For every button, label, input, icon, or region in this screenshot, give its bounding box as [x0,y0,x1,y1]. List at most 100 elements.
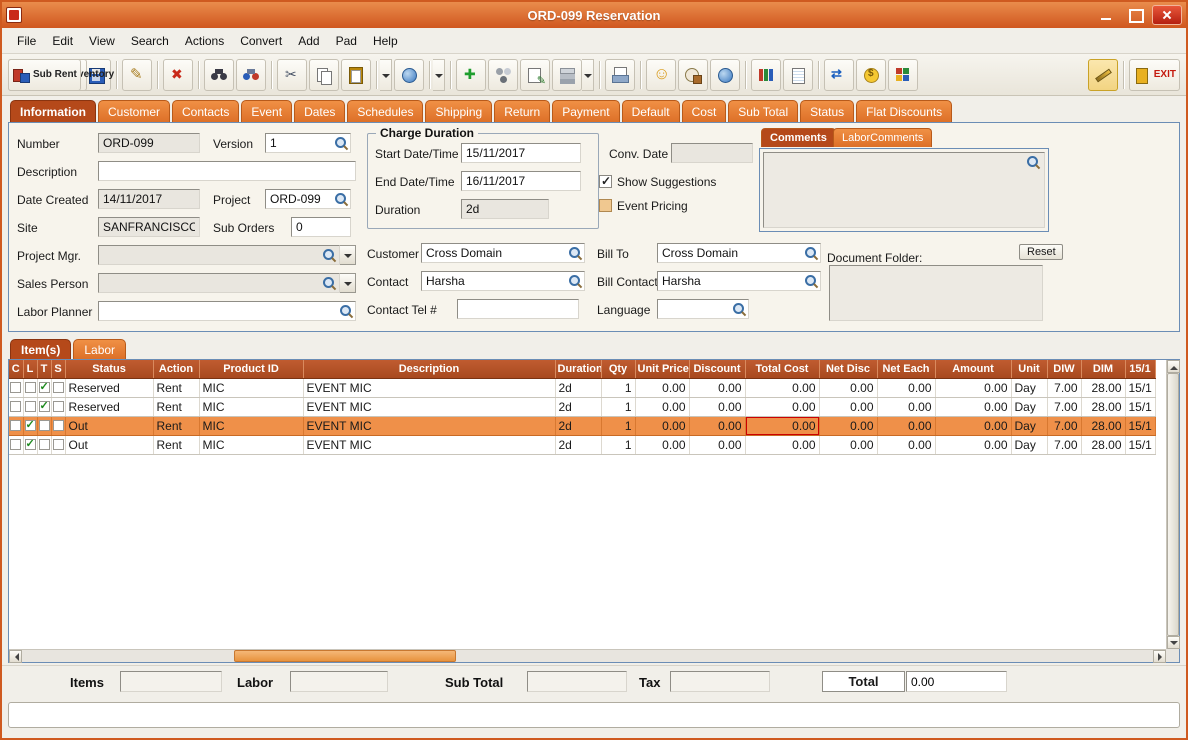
cell-diw[interactable]: 7.00 [1047,397,1081,416]
labor-total-field[interactable] [290,671,388,692]
row-checkbox[interactable] [39,401,50,412]
labor-planner-search-icon[interactable] [339,304,353,318]
cell-discount[interactable]: 0.00 [689,397,745,416]
layers-button[interactable] [552,59,582,91]
item-row[interactable]: OutRentMICEVENT MIC2d10.000.000.000.000.… [9,435,1155,454]
sub-total-field[interactable] [527,671,627,692]
cell-product-id[interactable]: MIC [199,435,303,454]
scroll-left-icon[interactable] [9,650,22,663]
sub-orders-field[interactable] [291,217,351,237]
close-button[interactable] [1152,5,1182,25]
tab-cost[interactable]: Cost [682,100,727,122]
comments-search-icon[interactable] [1026,155,1040,169]
tax-field[interactable] [670,671,770,692]
row-checkbox[interactable] [39,382,50,393]
cell-amount[interactable]: 0.00 [935,397,1011,416]
column-header-amount[interactable]: Amount [935,360,1011,378]
cell-dim[interactable]: 28.00 [1081,435,1125,454]
tab-shipping[interactable]: Shipping [425,100,492,122]
cell-qty[interactable]: 1 [601,435,635,454]
customer-field[interactable] [421,243,585,263]
cell-net-each[interactable]: 0.00 [877,416,935,435]
group-items-button[interactable] [488,59,518,91]
exit-button[interactable]: EXIT [1129,59,1180,91]
description-field[interactable] [98,161,356,181]
tab-payment[interactable]: Payment [552,100,619,122]
project-mgr-dropdown[interactable] [340,245,356,265]
horizontal-scrollbar[interactable] [9,649,1166,662]
number-field[interactable] [98,133,200,153]
cell-discount[interactable]: 0.00 [689,378,745,397]
cell-status[interactable]: Out [65,435,153,454]
menu-edit[interactable]: Edit [45,31,80,51]
maximize-button[interactable] [1124,6,1146,24]
cell-net-each[interactable]: 0.00 [877,435,935,454]
row-checkbox[interactable] [25,401,36,412]
column-header-duration[interactable]: Duration [555,360,601,378]
item-row[interactable]: OutRentMICEVENT MIC2d10.000.000.000.000.… [9,416,1155,435]
cell-description[interactable]: EVENT MIC [303,378,555,397]
row-checkbox[interactable] [53,401,64,412]
cell-action[interactable]: Rent [153,397,199,416]
feedback-button[interactable] [646,59,676,91]
version-search-icon[interactable] [334,136,348,150]
column-header-s[interactable]: S [51,360,65,378]
tab-labor[interactable]: Labor [73,339,126,359]
date-created-field[interactable] [98,189,200,209]
cell-product-id[interactable]: MIC [199,397,303,416]
customer-search-icon[interactable] [568,246,582,260]
start-date-field[interactable] [461,143,581,163]
cell-unit[interactable]: Day [1011,435,1047,454]
column-header-c[interactable]: C [9,360,23,378]
transfer-button[interactable] [824,59,854,91]
column-header-description[interactable]: Description [303,360,555,378]
cell-net-each[interactable]: 0.00 [877,397,935,416]
column-header-dim[interactable]: DIM [1081,360,1125,378]
conv-date-field[interactable] [671,143,753,163]
tab-item-s-[interactable]: Item(s) [10,339,71,359]
cell-unit[interactable]: Day [1011,378,1047,397]
shipment-button[interactable] [678,59,708,91]
column-header-unit[interactable]: Unit [1011,360,1047,378]
tab-comments[interactable]: Comments [761,128,836,147]
edit-notes-button[interactable] [520,59,550,91]
row-checkbox[interactable] [10,382,21,393]
cell-net-each[interactable]: 0.00 [877,378,935,397]
labor-planner-field[interactable] [98,301,356,321]
bill-contact-search-icon[interactable] [804,274,818,288]
end-date-field[interactable] [461,171,581,191]
bill-to-field[interactable] [657,243,821,263]
row-checkbox[interactable] [53,382,64,393]
cell-total-cost[interactable]: 0.00 [745,435,819,454]
contact-tel-field[interactable] [457,299,579,319]
duration-field[interactable] [461,199,549,219]
menu-add[interactable]: Add [291,31,326,51]
cell-duration[interactable]: 2d [555,397,601,416]
column-header-t[interactable]: T [37,360,51,378]
comments-field[interactable] [763,152,1045,228]
cell-dim[interactable]: 28.00 [1081,378,1125,397]
bill-contact-field[interactable] [657,271,821,291]
cell-action[interactable]: Rent [153,378,199,397]
cell-diw[interactable]: 7.00 [1047,416,1081,435]
tab-schedules[interactable]: Schedules [347,100,423,122]
scroll-up-icon[interactable] [1167,360,1180,373]
sales-person-dropdown[interactable] [340,273,356,293]
cell-description[interactable]: EVENT MIC [303,397,555,416]
catalog-button[interactable] [751,59,781,91]
cell-amount[interactable]: 0.00 [935,435,1011,454]
cell-net-disc[interactable]: 0.00 [819,416,877,435]
cell-dim[interactable]: 28.00 [1081,397,1125,416]
web-button[interactable] [710,59,740,91]
notes-button[interactable] [783,59,813,91]
cell-diw[interactable]: 7.00 [1047,378,1081,397]
column-header-15-1[interactable]: 15/1 [1125,360,1155,378]
billing-button[interactable] [856,59,886,91]
project-mgr-search-icon[interactable] [322,248,336,262]
drop-ship-button[interactable] [394,59,424,91]
item-row[interactable]: ReservedRentMICEVENT MIC2d10.000.000.000… [9,378,1155,397]
find-button[interactable] [204,59,234,91]
cell-qty[interactable]: 1 [601,416,635,435]
column-header-status[interactable]: Status [65,360,153,378]
cell-description[interactable]: EVENT MIC [303,435,555,454]
